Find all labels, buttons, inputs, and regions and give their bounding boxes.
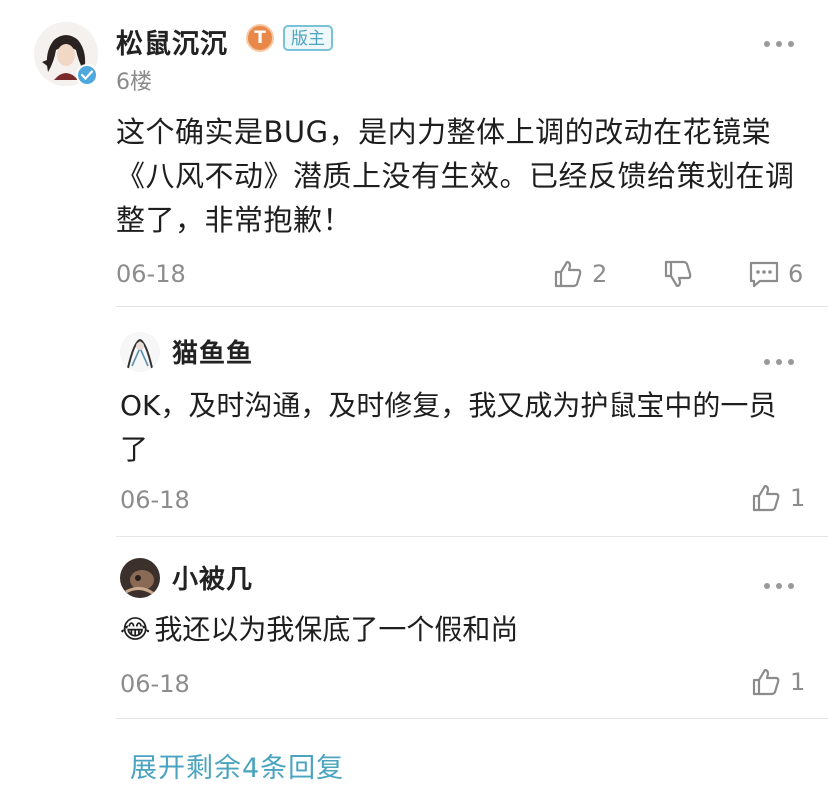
comment-button[interactable]: 6 <box>748 258 803 290</box>
more-icon[interactable] <box>764 40 794 48</box>
reply-avatar[interactable] <box>120 332 160 372</box>
more-icon[interactable] <box>764 582 794 590</box>
post-content: 这个确实是BUG，是内力整体上调的改动在花镜棠《八风不动》潜质上没有生效。已经反… <box>116 115 795 237</box>
reply-date: 06-18 <box>120 486 190 514</box>
like-button[interactable]: 1 <box>750 482 805 514</box>
author-name[interactable]: 松鼠沉沉 <box>116 22 228 61</box>
dislike-icon <box>664 260 692 288</box>
divider <box>116 536 828 537</box>
floor-number: 6楼 <box>116 70 152 95</box>
expand-replies-link[interactable]: 展开剩余4条回复 <box>130 746 344 785</box>
like-button[interactable]: 2 <box>552 258 607 290</box>
comment-icon <box>749 261 779 288</box>
post-date: 06-18 <box>116 260 186 288</box>
reply-avatar[interactable] <box>120 558 160 598</box>
laugh-cry-emoji: 😂 <box>120 615 151 645</box>
divider <box>116 718 828 719</box>
reply-text: OK，及时沟通，及时修复，我又成为护鼠宝中的一员了 <box>120 389 777 466</box>
reply-author[interactable]: 猫鱼鱼 <box>172 333 253 370</box>
like-count: 2 <box>592 260 608 288</box>
like-icon <box>752 484 780 512</box>
role-badge: 版主 <box>283 25 333 51</box>
reply-avatar-illustration <box>120 558 160 598</box>
more-icon[interactable] <box>764 358 794 366</box>
reply-panel: 猫鱼鱼 OK，及时沟通，及时修复，我又成为护鼠宝中的一员了 06-18 1 小被… <box>116 306 828 721</box>
reply-author[interactable]: 小被几 <box>172 559 253 596</box>
level-badge: T <box>246 24 274 52</box>
reply-text: 我还以为我保底了一个假和尚 <box>154 613 519 646</box>
like-count: 1 <box>790 668 806 696</box>
reply-text-row: 😂 我还以为我保底了一个假和尚 <box>120 608 800 652</box>
like-button[interactable]: 1 <box>750 666 805 698</box>
like-icon <box>752 668 780 696</box>
like-count: 1 <box>790 484 806 512</box>
verified-icon <box>76 64 98 86</box>
dislike-button[interactable] <box>662 258 694 290</box>
comment-count: 6 <box>788 260 804 288</box>
like-icon <box>554 260 582 288</box>
reply-date: 06-18 <box>120 670 190 698</box>
divider <box>116 306 828 307</box>
reply-avatar-illustration <box>120 332 160 372</box>
